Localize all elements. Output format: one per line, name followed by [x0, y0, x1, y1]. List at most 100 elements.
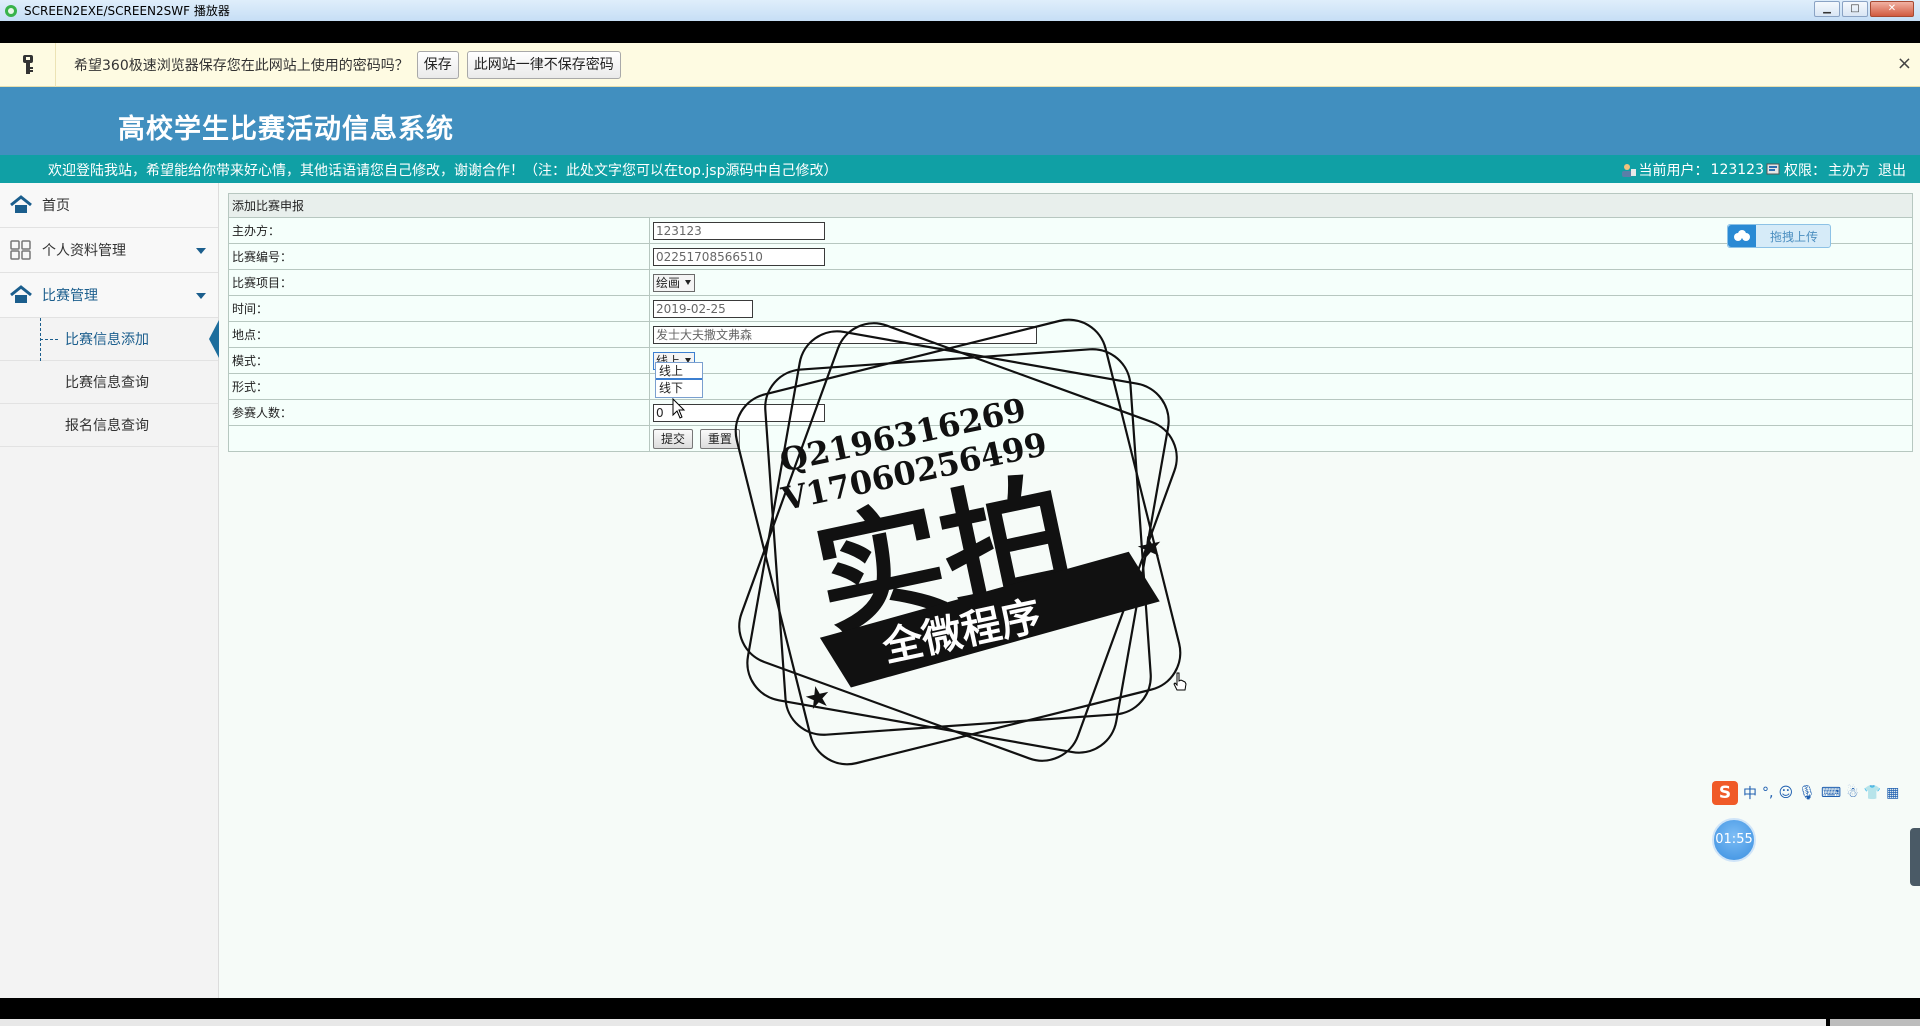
empty-cell [228, 425, 650, 452]
sidebar-subitem-query-registration[interactable]: 报名信息查询 [0, 404, 218, 447]
form-caption-row: 添加比赛申报 [228, 193, 1913, 218]
field-label: 主办方： [228, 217, 650, 244]
organizer-input[interactable]: 123123 [653, 221, 825, 240]
home-icon [10, 195, 32, 213]
project-select[interactable]: 绘画 [653, 273, 696, 292]
window-title-bar: SCREEN2EXE/SCREEN2SWF 播放器 ▁ □ ✕ [0, 0, 1920, 21]
upload-label: 拖拽上传 [1770, 229, 1819, 244]
password-save-bar: 希望360极速浏览器保存您在此网站上使用的密码吗？ 保存 此网站一律不保存密码 … [0, 43, 1920, 87]
dropdown-arrow-icon [685, 279, 692, 285]
form-row-mode: 模式： 线上 [228, 347, 1913, 374]
progress-end-segment [1830, 1019, 1920, 1026]
home-icon [10, 285, 32, 303]
user-icon[interactable]: ☃ [1846, 785, 1859, 801]
sidebar-item-label: 比赛管理 [42, 288, 98, 304]
microphone-icon[interactable]: 🎙 [1798, 785, 1816, 801]
tree-branch [40, 339, 58, 340]
form-caption: 添加比赛申报 [228, 193, 1913, 218]
save-password-button[interactable]: 保存 [416, 50, 459, 79]
recording-timer[interactable]: 01:55 [1712, 818, 1756, 862]
logout-link[interactable]: 退出 [1878, 160, 1906, 180]
hand-cursor-icon [1173, 672, 1187, 691]
window-title: SCREEN2EXE/SCREEN2SWF 播放器 [24, 4, 230, 18]
field-label: 模式： [228, 347, 650, 374]
mode-option-offline[interactable]: 线下 [656, 380, 702, 397]
user-info: 当前用户： 123123 权限： 主办方 退出 [1621, 160, 1906, 180]
ime-language[interactable]: 中 [1743, 783, 1757, 803]
browser-page: 希望360极速浏览器保存您在此网站上使用的密码吗？ 保存 此网站一律不保存密码 … [0, 43, 1920, 998]
cloud-upload-icon [1728, 225, 1756, 247]
progress-track[interactable] [0, 1019, 1826, 1026]
app-icon [5, 4, 17, 17]
system-title: 高校学生比赛活动信息系统 [118, 114, 454, 145]
form-row-form: 形式： [228, 373, 1913, 400]
project-select-value: 绘画 [656, 275, 681, 290]
current-user-value: 123123 [1710, 162, 1764, 178]
competition-number-input[interactable]: 02251708566510 [653, 247, 825, 266]
sidebar-item-competition[interactable]: 比赛管理 [0, 273, 218, 318]
add-competition-form: 添加比赛申报 主办方： 123123 比赛编号： 02251708566510 … [228, 193, 1913, 452]
welcome-bar: 欢迎登陆我站，希望能给你带来好心情，其他话语请您自己修改，谢谢合作！（注：此处文… [0, 155, 1920, 183]
mode-option-online[interactable]: 线上 [656, 363, 702, 380]
date-input[interactable]: 2019-02-25 [653, 299, 753, 318]
maximize-button[interactable]: □ [1842, 1, 1868, 17]
form-row-location: 地点： 发士大夫撒文弗森 [228, 321, 1913, 348]
drag-upload-button[interactable]: 拖拽上传 [1727, 224, 1831, 248]
close-window-button[interactable]: ✕ [1870, 1, 1914, 17]
form-row-actions: 提交 重置 [228, 425, 1913, 452]
user-icon [1621, 164, 1636, 177]
close-icon[interactable]: × [1897, 55, 1912, 73]
field-label: 参赛人数： [228, 399, 650, 426]
window-controls: ▁ □ ✕ [1814, 1, 1914, 17]
side-panel-handle[interactable] [1910, 828, 1920, 886]
welcome-text: 欢迎登陆我站，希望能给你带来好心情，其他话语请您自己修改，谢谢合作！（注：此处文… [48, 163, 838, 179]
sidebar-item-label: 个人资料管理 [42, 243, 126, 259]
sidebar: 首页 个人资料管理 比赛管理 比赛信息添加 比赛信息查询 报名信息查询 [0, 183, 219, 998]
current-user-label: 当前用户： [1638, 163, 1709, 179]
skin-icon[interactable]: 👕 [1864, 785, 1881, 801]
screen: SCREEN2EXE/SCREEN2SWF 播放器 ▁ □ ✕ 希望360极速浏… [0, 0, 1920, 1026]
reset-button[interactable]: 重置 [699, 428, 740, 449]
field-label: 地点： [228, 321, 650, 348]
field-label: 比赛项目： [228, 269, 650, 296]
punctuation-icon[interactable]: °, [1762, 785, 1773, 801]
form-row-time: 时间： 2019-02-25 [228, 295, 1913, 322]
never-save-password-button[interactable]: 此网站一律不保存密码 [466, 50, 621, 79]
chevron-down-icon [196, 248, 206, 254]
chevron-down-icon [196, 293, 206, 299]
field-label: 时间： [228, 295, 650, 322]
location-input[interactable]: 发士大夫撒文弗森 [653, 325, 1037, 344]
subitem-label: 比赛信息添加 [65, 332, 149, 348]
competition-submenu: 比赛信息添加 比赛信息查询 报名信息查询 [0, 318, 219, 447]
permission-value: 主办方 [1828, 163, 1870, 179]
sidebar-subitem-query-competition[interactable]: 比赛信息查询 [0, 361, 218, 404]
mode-dropdown-list: 线上 线下 [655, 362, 703, 398]
key-icon-box [0, 43, 56, 87]
active-indicator [209, 320, 219, 358]
permission-label: 权限： [1784, 163, 1826, 179]
ime-toolbar: S 中 °, ☺ 🎙 ⌨ ☃ 👕 ▦ [1712, 780, 1899, 806]
minimize-button[interactable]: ▁ [1814, 1, 1840, 17]
field-label: 比赛编号： [228, 243, 650, 270]
form-row-number: 比赛编号： 02251708566510 [228, 243, 1913, 270]
sidebar-item-profile[interactable]: 个人资料管理 [0, 228, 218, 273]
site-header: 高校学生比赛活动信息系统 [0, 87, 1920, 155]
grid-icon [10, 240, 31, 260]
keyboard-icon[interactable]: ⌨ [1821, 785, 1841, 801]
subitem-label: 报名信息查询 [65, 418, 149, 434]
sogou-logo-icon[interactable]: S [1712, 781, 1738, 805]
form-row-project: 比赛项目： 绘画 [228, 269, 1913, 296]
mouse-cursor-icon [672, 398, 686, 419]
password-message: 希望360极速浏览器保存您在此网站上使用的密码吗？ [74, 57, 409, 74]
subitem-label: 比赛信息查询 [65, 375, 149, 391]
player-bottom-bar [0, 998, 1920, 1026]
sidebar-subitem-add-competition[interactable]: 比赛信息添加 [0, 318, 219, 361]
emoji-icon[interactable]: ☺ [1778, 785, 1793, 801]
menu-grid-icon[interactable]: ▦ [1886, 785, 1899, 801]
sidebar-item-home[interactable]: 首页 [0, 183, 218, 228]
submit-button[interactable]: 提交 [653, 428, 694, 449]
form-type-value [649, 373, 1913, 400]
form-row-participants: 参赛人数： 0 [228, 399, 1913, 426]
sidebar-item-label: 首页 [42, 198, 70, 214]
field-label: 形式： [228, 373, 650, 400]
